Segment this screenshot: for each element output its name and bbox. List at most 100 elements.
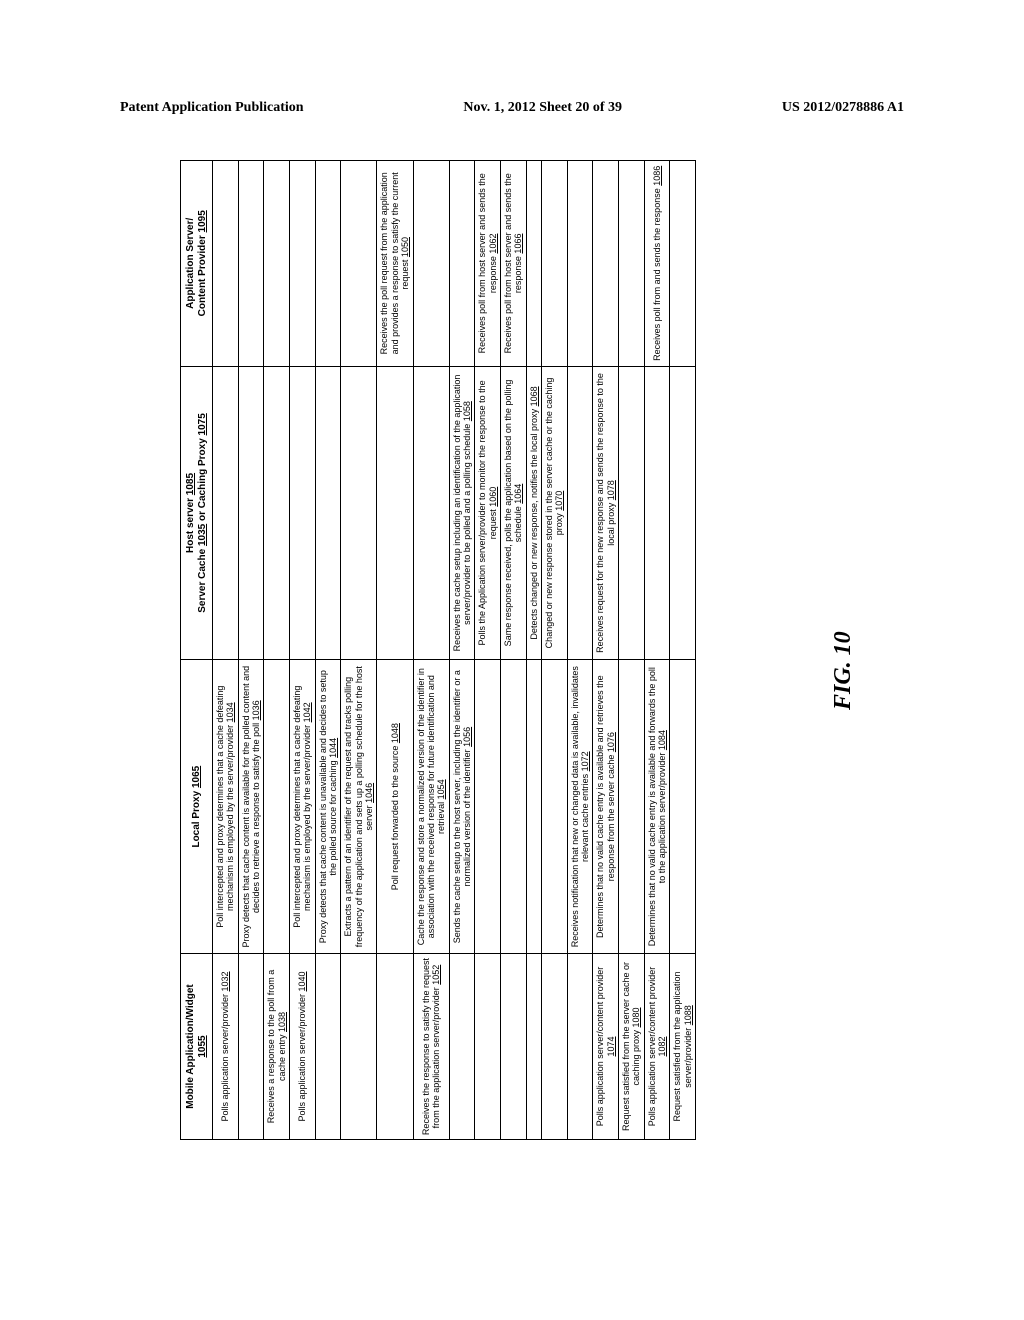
table-cell: Polls application server/provider 1032: [213, 954, 239, 1140]
table-row: Receives notification that new or change…: [567, 161, 593, 1140]
table-cell: Detects changed or new response, notifie…: [526, 366, 541, 660]
table-cell: Request satisfied from the server cache …: [619, 954, 645, 1140]
table-row: Polls application server/provider 1040Po…: [290, 161, 316, 1140]
table-cell: [619, 366, 645, 660]
table-cell: [541, 161, 567, 367]
table-row: Poll request forwarded to the source 104…: [377, 161, 413, 1140]
table-cell: Poll request forwarded to the source 104…: [377, 660, 413, 954]
table-row: Polls application server/content provide…: [644, 161, 670, 1140]
table-cell: Receives the cache setup including an id…: [449, 366, 475, 660]
col-header-mobile: Mobile Application/Widget1055: [181, 954, 213, 1140]
col-header-local-proxy: Local Proxy 1065: [181, 660, 213, 954]
table-cell: Receives poll from host server and sends…: [500, 161, 526, 367]
table-cell: [264, 660, 290, 954]
table-cell: [315, 954, 341, 1140]
header-right: US 2012/0278886 A1: [782, 100, 904, 116]
table-cell: [567, 161, 593, 367]
table-row: Changed or new response stored in the se…: [541, 161, 567, 1140]
table-cell: Proxy detects that cache content is avai…: [238, 660, 264, 954]
header-left: Patent Application Publication: [120, 100, 304, 116]
table-cell: Receives notification that new or change…: [567, 660, 593, 954]
table-row: Extracts a pattern of an identifier of t…: [341, 161, 377, 1140]
table-row: Proxy detects that cache content is unav…: [315, 161, 341, 1140]
table-cell: [670, 366, 696, 660]
table-row: Polls application server/provider 1032Po…: [213, 161, 239, 1140]
table-cell: Proxy detects that cache content is unav…: [315, 660, 341, 954]
table-cell: Receives the poll request from the appli…: [377, 161, 413, 367]
table-cell: Polls the Application server/provider to…: [475, 366, 501, 660]
table-cell: [341, 161, 377, 367]
table-cell: Receives the response to satisfy the req…: [413, 954, 449, 1140]
table-cell: [315, 366, 341, 660]
table-cell: [526, 660, 541, 954]
table-cell: [341, 954, 377, 1140]
table-cell: [213, 161, 239, 367]
table-cell: [475, 954, 501, 1140]
table-cell: Determines that no valid cache entry is …: [593, 660, 619, 954]
table-cell: Poll intercepted and proxy determines th…: [213, 660, 239, 954]
figure-region: Mobile Application/Widget1055 Local Prox…: [180, 160, 860, 1140]
table-cell: [541, 954, 567, 1140]
table-cell: [238, 954, 264, 1140]
table-cell: [264, 366, 290, 660]
table-cell: [341, 366, 377, 660]
table-cell: Receives poll from and sends the respons…: [644, 161, 670, 367]
table-cell: [238, 366, 264, 660]
table-row: Receives a response to the poll from a c…: [264, 161, 290, 1140]
table-cell: [593, 161, 619, 367]
table-cell: [290, 366, 316, 660]
rotated-figure: Mobile Application/Widget1055 Local Prox…: [180, 160, 860, 1140]
table-row: Proxy detects that cache content is avai…: [238, 161, 264, 1140]
table-cell: Cache the response and store a normalize…: [413, 660, 449, 954]
table-cell: [644, 366, 670, 660]
table-cell: [567, 954, 593, 1140]
table-row: Request satisfied from the server cache …: [619, 161, 645, 1140]
table-row: Request satisfied from the application s…: [670, 161, 696, 1140]
table-cell: [526, 954, 541, 1140]
table-cell: [541, 660, 567, 954]
table-cell: Receives request for the new response an…: [593, 366, 619, 660]
table-cell: [526, 161, 541, 367]
table-cell: [377, 954, 413, 1140]
col-header-host-server: Host server 1085 Server Cache 1035 or Ca…: [181, 366, 213, 660]
table-cell: [315, 161, 341, 367]
table-row: Detects changed or new response, notifie…: [526, 161, 541, 1140]
table-cell: [264, 161, 290, 367]
table-row: Sends the cache setup to the host server…: [449, 161, 475, 1140]
table-cell: [619, 161, 645, 367]
table-body: Polls application server/provider 1032Po…: [213, 161, 696, 1140]
table-cell: [449, 161, 475, 367]
table-cell: Same response received, polls the applic…: [500, 366, 526, 660]
table-row: Polls application server/content provide…: [593, 161, 619, 1140]
table-header-row: Mobile Application/Widget1055 Local Prox…: [181, 161, 213, 1140]
table-cell: Changed or new response stored in the se…: [541, 366, 567, 660]
table-cell: [413, 161, 449, 367]
table-cell: Determines that no valid cache entry is …: [644, 660, 670, 954]
table-cell: [670, 660, 696, 954]
table-row: Same response received, polls the applic…: [500, 161, 526, 1140]
table-cell: [670, 161, 696, 367]
table-cell: [449, 954, 475, 1140]
table-cell: [290, 161, 316, 367]
col-header-app-server: Application Server/Content Provider 1095: [181, 161, 213, 367]
table-cell: Polls application server/content provide…: [593, 954, 619, 1140]
table-cell: [500, 660, 526, 954]
header-center: Nov. 1, 2012 Sheet 20 of 39: [463, 100, 622, 116]
table-cell: [475, 660, 501, 954]
sequence-table: Mobile Application/Widget1055 Local Prox…: [180, 160, 696, 1140]
table-cell: [238, 161, 264, 367]
table-cell: Receives a response to the poll from a c…: [264, 954, 290, 1140]
table-cell: [413, 366, 449, 660]
table-cell: [619, 660, 645, 954]
table-row: Polls the Application server/provider to…: [475, 161, 501, 1140]
table-row: Receives the response to satisfy the req…: [413, 161, 449, 1140]
table-cell: Polls application server/content provide…: [644, 954, 670, 1140]
figure-label: FIG. 10: [830, 631, 857, 710]
table-cell: [567, 366, 593, 660]
page-header: Patent Application Publication Nov. 1, 2…: [120, 100, 904, 116]
table-cell: Extracts a pattern of an identifier of t…: [341, 660, 377, 954]
table-cell: Poll intercepted and proxy determines th…: [290, 660, 316, 954]
table-cell: Polls application server/provider 1040: [290, 954, 316, 1140]
table-cell: [213, 366, 239, 660]
table-cell: Sends the cache setup to the host server…: [449, 660, 475, 954]
